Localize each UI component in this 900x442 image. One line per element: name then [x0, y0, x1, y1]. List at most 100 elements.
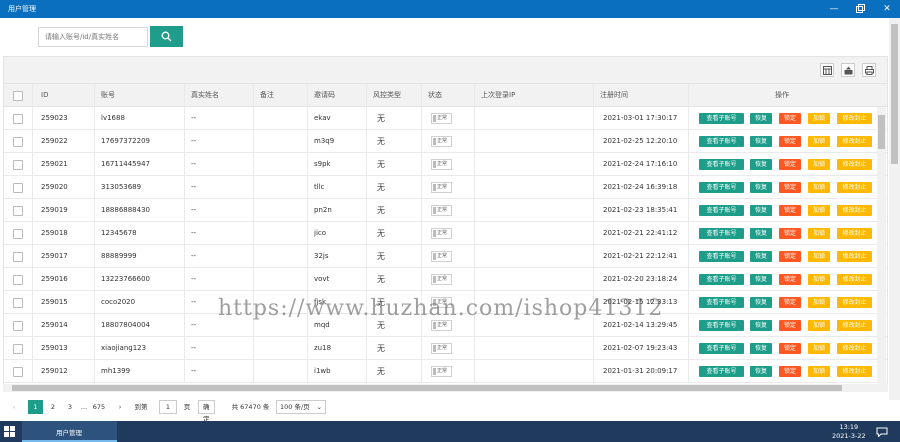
status-toggle[interactable]: 正常 [431, 205, 452, 216]
table-row[interactable]: 259020 313053689 -- tllc 无 正常 2021-02-24 16:39… [4, 176, 887, 199]
row-checkbox[interactable] [13, 275, 23, 285]
table-row[interactable]: 259013 xiaojiang123 -- zu18 无 正常 2021-02-07 19… [4, 337, 887, 360]
page-1[interactable]: 1 [28, 400, 43, 414]
page-jump-input[interactable]: 1 [159, 400, 177, 414]
add-lock-button[interactable]: 加锁 [808, 251, 830, 262]
restore-button[interactable]: 恢复 [750, 274, 772, 285]
table-vertical-scrollbar[interactable] [877, 107, 886, 384]
search-button[interactable] [150, 26, 183, 47]
status-toggle[interactable]: 正常 [431, 113, 452, 124]
status-toggle[interactable]: 正常 [431, 251, 452, 262]
status-toggle[interactable]: 正常 [431, 343, 452, 354]
view-sub-accounts-button[interactable]: 查看子账号 [699, 320, 744, 331]
lock-button[interactable]: 锁定 [779, 274, 801, 285]
modify-button[interactable]: 修改封止 [837, 366, 872, 377]
restore-button[interactable]: 恢复 [750, 113, 772, 124]
status-toggle[interactable]: 正常 [431, 274, 452, 285]
row-checkbox[interactable] [13, 160, 23, 170]
add-lock-button[interactable]: 加锁 [808, 182, 830, 193]
view-sub-accounts-button[interactable]: 查看子账号 [699, 113, 744, 124]
modify-button[interactable]: 修改封止 [837, 228, 872, 239]
columns-filter-button[interactable] [820, 63, 834, 77]
row-checkbox[interactable] [13, 367, 23, 377]
notification-center-button[interactable] [876, 427, 888, 439]
view-sub-accounts-button[interactable]: 查看子账号 [699, 205, 744, 216]
restore-button[interactable]: 恢复 [750, 182, 772, 193]
print-button[interactable] [862, 63, 876, 77]
table-row[interactable]: 259017 88889999 -- 32js 无 正常 2021-02-21 22:12:… [4, 245, 887, 268]
table-row[interactable]: 259022 17697372209 -- m3q9 无 正常 2021-02-25 12:… [4, 130, 887, 153]
modify-button[interactable]: 修改封止 [837, 205, 872, 216]
lock-button[interactable]: 锁定 [779, 320, 801, 331]
row-checkbox[interactable] [13, 114, 23, 124]
row-checkbox[interactable] [13, 298, 23, 308]
table-row[interactable]: 259018 12345678 -- jico 无 正常 2021-02-21 22:41:… [4, 222, 887, 245]
page-2[interactable]: 2 [47, 400, 59, 414]
add-lock-button[interactable]: 加锁 [808, 366, 830, 377]
modify-button[interactable]: 修改封止 [837, 182, 872, 193]
row-checkbox[interactable] [13, 137, 23, 147]
table-row[interactable]: 259023 lv1688 -- ekav 无 正常 2021-03-01 17:30:17… [4, 107, 887, 130]
select-all-checkbox[interactable] [13, 91, 23, 101]
view-sub-accounts-button[interactable]: 查看子账号 [699, 297, 744, 308]
restore-button[interactable]: 恢复 [750, 228, 772, 239]
modify-button[interactable]: 修改封止 [837, 343, 872, 354]
lock-button[interactable]: 锁定 [779, 113, 801, 124]
search-input[interactable] [38, 27, 148, 47]
lock-button[interactable]: 锁定 [779, 182, 801, 193]
lock-button[interactable]: 锁定 [779, 228, 801, 239]
lock-button[interactable]: 锁定 [779, 366, 801, 377]
add-lock-button[interactable]: 加锁 [808, 297, 830, 308]
export-button[interactable] [841, 63, 855, 77]
table-horizontal-scrollbar[interactable] [3, 384, 888, 392]
page-jump-confirm-button[interactable]: 确定 [198, 400, 215, 423]
row-checkbox[interactable] [13, 229, 23, 239]
view-sub-accounts-button[interactable]: 查看子账号 [699, 136, 744, 147]
status-toggle[interactable]: 正常 [431, 366, 452, 377]
add-lock-button[interactable]: 加锁 [808, 228, 830, 239]
row-checkbox[interactable] [13, 321, 23, 331]
prev-page-button[interactable]: ‹ [8, 400, 20, 414]
status-toggle[interactable]: 正常 [431, 182, 452, 193]
add-lock-button[interactable]: 加锁 [808, 274, 830, 285]
table-row[interactable]: 259019 18886888430 -- pn2n 无 正常 2021-02-23 18:… [4, 199, 887, 222]
add-lock-button[interactable]: 加锁 [808, 343, 830, 354]
row-checkbox[interactable] [13, 252, 23, 262]
view-sub-accounts-button[interactable]: 查看子账号 [699, 159, 744, 170]
close-button[interactable]: ✕ [876, 1, 898, 17]
lock-button[interactable]: 锁定 [779, 136, 801, 147]
restore-button[interactable] [849, 1, 871, 17]
restore-button[interactable]: 恢复 [750, 251, 772, 262]
status-toggle[interactable]: 正常 [431, 320, 452, 331]
page-size-select[interactable]: 100 条/页 ⌄ [276, 400, 326, 414]
add-lock-button[interactable]: 加锁 [808, 320, 830, 331]
table-row[interactable]: 259012 mh1399 -- i1wb 无 正常 2021-01-31 20:09:17… [4, 360, 887, 383]
row-checkbox[interactable] [13, 344, 23, 354]
view-sub-accounts-button[interactable]: 查看子账号 [699, 251, 744, 262]
modify-button[interactable]: 修改封止 [837, 297, 872, 308]
table-row[interactable]: 259016 13223766600 -- vovt 无 正常 2021-02-20 23:… [4, 268, 887, 291]
windows-start-button[interactable] [4, 426, 15, 439]
add-lock-button[interactable]: 加锁 [808, 136, 830, 147]
modify-button[interactable]: 修改封止 [837, 251, 872, 262]
taskbar-app-user-management[interactable]: 用户管理 [22, 421, 117, 442]
view-sub-accounts-button[interactable]: 查看子账号 [699, 274, 744, 285]
status-toggle[interactable]: 正常 [431, 136, 452, 147]
page-3[interactable]: 3 [64, 400, 76, 414]
modify-button[interactable]: 修改封止 [837, 320, 872, 331]
next-page-button[interactable]: › [115, 400, 125, 414]
add-lock-button[interactable]: 加锁 [808, 205, 830, 216]
view-sub-accounts-button[interactable]: 查看子账号 [699, 182, 744, 193]
add-lock-button[interactable]: 加锁 [808, 159, 830, 170]
restore-button[interactable]: 恢复 [750, 320, 772, 331]
page-last[interactable]: 675 [90, 400, 108, 414]
lock-button[interactable]: 锁定 [779, 343, 801, 354]
view-sub-accounts-button[interactable]: 查看子账号 [699, 228, 744, 239]
modify-button[interactable]: 修改封止 [837, 113, 872, 124]
minimize-button[interactable]: — [823, 1, 845, 17]
page-vertical-scrollbar[interactable] [889, 18, 900, 400]
row-checkbox[interactable] [13, 183, 23, 193]
lock-button[interactable]: 锁定 [779, 251, 801, 262]
lock-button[interactable]: 锁定 [779, 159, 801, 170]
view-sub-accounts-button[interactable]: 查看子账号 [699, 343, 744, 354]
